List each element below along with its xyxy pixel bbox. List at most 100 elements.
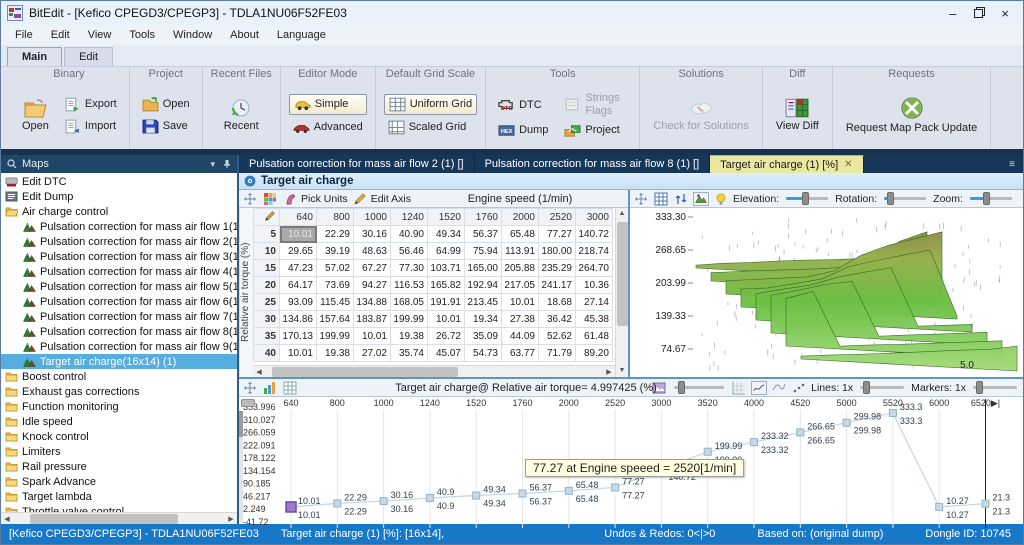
table-cell[interactable]: 67.27 bbox=[354, 260, 391, 277]
lines-slider[interactable] bbox=[860, 386, 904, 389]
grid-view-icon[interactable] bbox=[653, 192, 669, 206]
scroll-left-icon[interactable]: ◀ bbox=[253, 368, 265, 376]
close-button[interactable]: × bbox=[1001, 6, 1009, 21]
table-cell[interactable]: 19.38 bbox=[317, 345, 354, 362]
row-header[interactable]: 40 bbox=[254, 345, 280, 362]
column-header[interactable]: 1520 bbox=[428, 209, 465, 226]
zoom-slider[interactable] bbox=[970, 197, 1012, 200]
tree-item[interactable]: Throttle valve control bbox=[1, 504, 237, 512]
minimize-button[interactable]: – bbox=[949, 6, 956, 21]
scroll-right-icon[interactable]: ▶ bbox=[603, 368, 615, 376]
ribbon-tab-edit[interactable]: Edit bbox=[64, 47, 113, 66]
document-tab[interactable]: Pulsation correction for mass air flow 2… bbox=[239, 155, 475, 173]
dump-button[interactable]: HEX Dump bbox=[494, 121, 552, 140]
table-cell[interactable]: 71.79 bbox=[539, 345, 576, 362]
table-cell[interactable]: 116.53 bbox=[391, 277, 428, 294]
table-cell[interactable]: 77.30 bbox=[391, 260, 428, 277]
table-cell[interactable]: 22.29 bbox=[317, 226, 354, 243]
chart-point[interactable] bbox=[519, 490, 526, 497]
table-cell[interactable]: 26.72 bbox=[428, 328, 465, 345]
table-cell[interactable]: 45.07 bbox=[428, 345, 465, 362]
column-header[interactable]: 1240 bbox=[391, 209, 428, 226]
table-cell[interactable]: 47.23 bbox=[280, 260, 317, 277]
row-header[interactable]: 30 bbox=[254, 311, 280, 328]
pick-units-button[interactable]: Pick Units bbox=[282, 192, 348, 206]
table-cell[interactable]: 165.82 bbox=[428, 277, 465, 294]
restore-button[interactable] bbox=[974, 9, 983, 18]
chart-point[interactable] bbox=[889, 410, 896, 417]
table-cell[interactable]: 73.69 bbox=[317, 277, 354, 294]
table-cell[interactable]: 115.45 bbox=[317, 294, 354, 311]
sort-arrows-icon[interactable] bbox=[673, 192, 689, 206]
row-header[interactable]: 35 bbox=[254, 328, 280, 345]
advanced-mode-button[interactable]: Advanced bbox=[289, 118, 367, 137]
row-header[interactable]: 10 bbox=[254, 243, 280, 260]
column-header[interactable]: 800 bbox=[317, 209, 354, 226]
chart-point[interactable] bbox=[426, 494, 433, 501]
palette-grid-icon[interactable] bbox=[262, 192, 278, 206]
tools-project-button[interactable]: Project bbox=[560, 121, 631, 140]
table-cell[interactable]: 205.88 bbox=[502, 260, 539, 277]
chart-point[interactable] bbox=[982, 500, 989, 507]
tree-item[interactable]: Spark Advance bbox=[1, 474, 237, 489]
lightbulb-icon[interactable] bbox=[713, 192, 729, 206]
ribbon-tab-main[interactable]: Main bbox=[7, 47, 62, 66]
table-cell[interactable]: 27.38 bbox=[502, 311, 539, 328]
table-cell[interactable]: 39.19 bbox=[317, 243, 354, 260]
surface-view-icon[interactable] bbox=[693, 192, 709, 206]
line-style-icon[interactable] bbox=[751, 381, 767, 395]
table-cell[interactable]: 29.65 bbox=[280, 243, 317, 260]
view-diff-button[interactable]: View Diff bbox=[771, 96, 824, 134]
column-header[interactable]: 3000 bbox=[576, 209, 613, 226]
row-header[interactable]: 25 bbox=[254, 294, 280, 311]
table-cell[interactable]: 19.38 bbox=[391, 328, 428, 345]
chart-point[interactable] bbox=[704, 448, 711, 455]
table-cell[interactable]: 19.34 bbox=[465, 311, 502, 328]
chart-vscale-bar[interactable] bbox=[239, 411, 243, 522]
tree-item[interactable]: Edit DTC bbox=[1, 174, 237, 189]
column-header[interactable]: 2520 bbox=[539, 209, 576, 226]
column-header[interactable]: 1000 bbox=[354, 209, 391, 226]
chart-grid-icon[interactable] bbox=[731, 381, 747, 395]
table-cell[interactable]: 241.17 bbox=[539, 277, 576, 294]
panel-chevron-down-icon[interactable]: ▾ bbox=[210, 159, 215, 170]
check-solutions-button[interactable]: Check for Solutions bbox=[648, 96, 753, 134]
table-cell[interactable]: 113.91 bbox=[502, 243, 539, 260]
tree-item[interactable]: Target air charge(16x14) (1) bbox=[1, 354, 237, 369]
grid-view-icon[interactable] bbox=[282, 381, 298, 395]
table-cell[interactable]: 10.36 bbox=[576, 277, 613, 294]
surface-plot[interactable]: 333.30268.65203.99139.3374.675.0 bbox=[630, 208, 1023, 377]
chart-colors-icon[interactable] bbox=[262, 381, 278, 395]
table-cell[interactable]: 264.70 bbox=[576, 260, 613, 277]
simple-mode-button[interactable]: Simple bbox=[289, 94, 367, 115]
tree-item[interactable]: Exhaust gas corrections bbox=[1, 384, 237, 399]
table-cell[interactable]: 170.13 bbox=[280, 328, 317, 345]
project-save-button[interactable]: Save bbox=[138, 117, 194, 136]
binary-open-button[interactable]: Open bbox=[17, 96, 54, 134]
tree-item[interactable]: Pulsation correction for mass air flow 1… bbox=[1, 219, 237, 234]
tabstrip-menu-icon[interactable]: ≡ bbox=[1001, 155, 1023, 173]
table-cell[interactable]: 157.64 bbox=[317, 311, 354, 328]
chart-zoom-handle[interactable] bbox=[241, 399, 255, 407]
markers-slider[interactable] bbox=[973, 386, 1017, 389]
menu-item-view[interactable]: View bbox=[80, 27, 120, 43]
table-cell[interactable]: 27.02 bbox=[354, 345, 391, 362]
strings-flags-button[interactable]: Strings Flags bbox=[560, 90, 631, 118]
table-cell[interactable]: 35.09 bbox=[465, 328, 502, 345]
table-cell[interactable]: 56.46 bbox=[391, 243, 428, 260]
table-cell[interactable]: 36.42 bbox=[539, 311, 576, 328]
table-cell[interactable]: 40.90 bbox=[391, 226, 428, 243]
table-cell[interactable]: 52.62 bbox=[539, 328, 576, 345]
tree-item[interactable]: Pulsation correction for mass air flow 6… bbox=[1, 294, 237, 309]
table-cell[interactable]: 56.37 bbox=[465, 226, 502, 243]
table-cell[interactable]: 30.16 bbox=[354, 226, 391, 243]
scroll-left-icon[interactable]: ◀ bbox=[1, 515, 13, 523]
menu-item-file[interactable]: File bbox=[7, 27, 41, 43]
tree-item[interactable]: Limiters bbox=[1, 444, 237, 459]
column-header[interactable]: 640 bbox=[280, 209, 317, 226]
move-icon[interactable] bbox=[242, 381, 258, 395]
chart-point[interactable] bbox=[936, 503, 943, 510]
tree-item[interactable]: Boost control bbox=[1, 369, 237, 384]
table-cell[interactable]: 45.38 bbox=[576, 311, 613, 328]
tree-item[interactable]: Pulsation correction for mass air flow 2… bbox=[1, 234, 237, 249]
